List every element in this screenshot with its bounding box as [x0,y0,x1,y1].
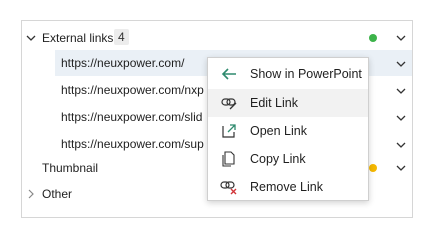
chevron-right-icon[interactable] [25,188,37,200]
link-url: https://neuxpower.com/sup [61,137,204,151]
link-url: https://neuxpower.com/slid [61,110,203,124]
menu-item-show-in-powerpoint[interactable]: Show in PowerPoint [208,60,368,88]
context-menu: Show in PowerPoint Edit Link Open Link C… [207,57,369,201]
copy-icon [220,151,238,167]
menu-item-copy-link[interactable]: Copy Link [208,145,368,173]
menu-item-open-link[interactable]: Open Link [208,117,368,145]
external-links-label: External links [42,31,114,45]
arrow-left-icon [220,66,238,82]
row-chevron-icon[interactable] [395,139,407,151]
menu-item-label: Edit Link [250,96,298,110]
menu-item-remove-link[interactable]: Remove Link [208,173,368,201]
menu-item-label: Remove Link [250,180,323,194]
link-url: https://neuxpower.com/nxp [61,83,204,97]
thumbnail-label: Thumbnail [42,161,99,175]
link-count-badge: 4 [114,29,129,45]
link-edit-icon [220,95,238,111]
row-chevron-icon[interactable] [395,58,407,70]
external-links-row[interactable]: External links 4 [22,24,412,51]
row-chevron-icon[interactable] [395,112,407,124]
menu-item-edit-link[interactable]: Edit Link [208,89,368,117]
row-chevron-icon[interactable] [395,85,407,97]
menu-item-label: Show in PowerPoint [250,67,362,81]
status-dot-yellow [369,164,377,172]
menu-item-label: Copy Link [250,152,306,166]
status-dot-green [369,34,377,42]
open-external-icon [220,123,238,139]
menu-item-label: Open Link [250,124,307,138]
link-remove-icon [220,179,238,195]
expand-chevron-icon[interactable] [395,162,407,174]
other-label: Other [42,187,73,201]
chevron-down-icon[interactable] [25,32,37,44]
expand-chevron-icon[interactable] [395,32,407,44]
link-url: https://neuxpower.com/ [61,56,185,70]
